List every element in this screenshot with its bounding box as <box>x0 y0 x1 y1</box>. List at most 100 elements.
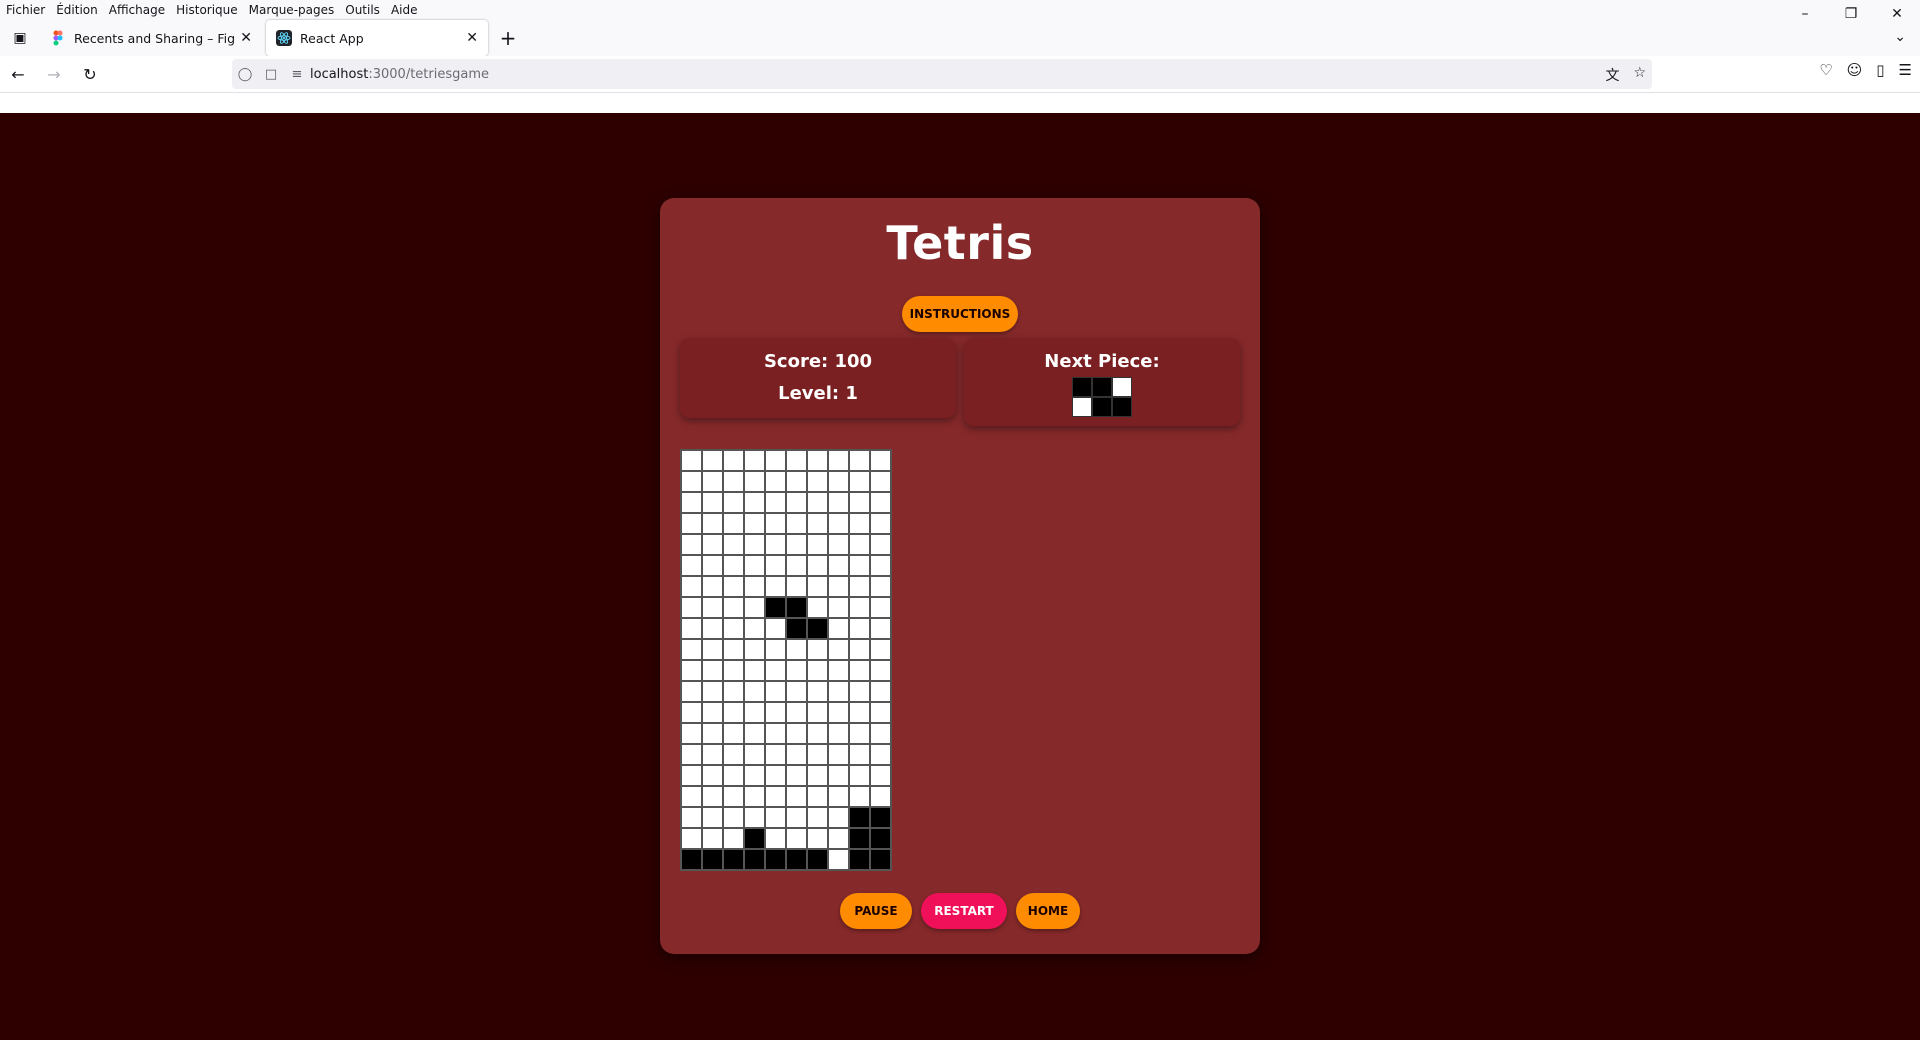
board-cell-empty <box>723 471 744 492</box>
game-title: Tetris <box>886 216 1034 270</box>
board-cell-empty <box>681 786 702 807</box>
board-cell-empty <box>681 513 702 534</box>
board-cell-empty <box>744 702 765 723</box>
bookmark-star-icon[interactable]: ☆ <box>1633 65 1646 85</box>
menu-fichier[interactable]: Fichier <box>6 3 45 17</box>
url-bar[interactable]: ◯ □ ≡ localhost:3000/tetriesgame 文 ☆ <box>232 59 1652 89</box>
board-cell-filled <box>702 849 723 870</box>
board-cell-empty <box>828 702 849 723</box>
board-cell-empty <box>744 492 765 513</box>
tab-figma[interactable]: Recents and Sharing – Figma ✕ <box>40 20 262 56</box>
board-cell-empty <box>702 534 723 555</box>
menu-aide[interactable]: Aide <box>391 3 418 17</box>
board-cell-empty <box>807 576 828 597</box>
board-cell-empty <box>828 639 849 660</box>
tab-strip: ▣ Recents and Sharing – Figma ✕ React Ap… <box>0 20 1920 56</box>
board-cell-empty <box>807 513 828 534</box>
board-cell-empty <box>765 681 786 702</box>
board-cell-empty <box>828 555 849 576</box>
board-cell-empty <box>828 723 849 744</box>
back-icon[interactable]: ← <box>0 58 36 90</box>
pause-button[interactable]: PAUSE <box>840 893 912 929</box>
game-board <box>680 449 892 871</box>
pocket-icon[interactable]: ♡ <box>1819 61 1832 79</box>
menu-affichage[interactable]: Affichage <box>109 3 165 17</box>
menu-edition[interactable]: Édition <box>56 3 98 17</box>
board-cell-empty <box>681 807 702 828</box>
reload-icon[interactable]: ↻ <box>72 58 108 90</box>
menu-historique[interactable]: Historique <box>176 3 238 17</box>
board-cell-empty <box>702 702 723 723</box>
page-info-icon[interactable]: □ <box>258 67 284 82</box>
board-cell-empty <box>786 576 807 597</box>
board-cell-empty <box>807 555 828 576</box>
board-cell-empty <box>723 681 744 702</box>
board-cell-empty <box>828 450 849 471</box>
board-cell-empty <box>786 639 807 660</box>
board-cell-empty <box>849 639 870 660</box>
board-cell-empty <box>807 723 828 744</box>
board-cell-empty <box>828 597 849 618</box>
home-button[interactable]: HOME <box>1016 893 1080 929</box>
board-cell-empty <box>786 744 807 765</box>
forward-icon[interactable]: → <box>36 58 72 90</box>
chevron-down-icon[interactable]: ⌄ <box>1894 29 1906 45</box>
board-cell-empty <box>786 471 807 492</box>
board-cell-empty <box>828 828 849 849</box>
permissions-icon[interactable]: ≡ <box>284 67 310 82</box>
board-cell-empty <box>828 618 849 639</box>
restart-button[interactable]: RESTART <box>921 893 1007 929</box>
board-cell-empty <box>786 492 807 513</box>
tab-react-app[interactable]: React App ✕ <box>266 20 488 56</box>
board-cell-filled <box>870 828 891 849</box>
board-cell-empty <box>870 555 891 576</box>
board-cell-empty <box>828 576 849 597</box>
board-cell-empty <box>744 765 765 786</box>
board-cell-empty <box>786 555 807 576</box>
board-cell-empty <box>870 513 891 534</box>
board-cell-empty <box>870 450 891 471</box>
tracking-shield-icon[interactable]: ◯ <box>232 67 258 82</box>
board-cell-empty <box>828 849 849 870</box>
close-tab-icon[interactable]: ✕ <box>466 30 478 46</box>
board-cell-empty <box>744 618 765 639</box>
board-cell-empty <box>807 681 828 702</box>
board-cell-empty <box>723 660 744 681</box>
board-cell-empty <box>723 576 744 597</box>
board-cell-empty <box>702 681 723 702</box>
board-cell-empty <box>828 513 849 534</box>
url-path: :3000/tetriesgame <box>368 66 490 82</box>
game-card: Tetris INSTRUCTIONS Score: 100 Level: 1 … <box>660 198 1260 954</box>
board-cell-empty <box>786 723 807 744</box>
instructions-button[interactable]: INSTRUCTIONS <box>902 296 1018 332</box>
new-tab-icon[interactable]: + <box>492 26 524 50</box>
extensions-icon[interactable]: ▯ <box>1876 61 1884 79</box>
board-cell-empty <box>807 534 828 555</box>
tab-label: React App <box>300 30 364 46</box>
menu-outils[interactable]: Outils <box>345 3 380 17</box>
board-cell-empty <box>828 786 849 807</box>
board-cell-empty <box>744 660 765 681</box>
firefox-view-icon[interactable]: ▣ <box>0 30 40 46</box>
board-cell-filled <box>765 849 786 870</box>
board-cell-empty <box>702 723 723 744</box>
close-tab-icon[interactable]: ✕ <box>240 30 252 46</box>
board-cell-empty <box>870 492 891 513</box>
translate-icon[interactable]: 文 <box>1605 65 1619 85</box>
board-cell-empty <box>807 744 828 765</box>
board-cell-empty <box>744 450 765 471</box>
board-cell-empty <box>807 597 828 618</box>
board-cell-filled <box>786 597 807 618</box>
board-cell-empty <box>702 555 723 576</box>
menu-marque-pages[interactable]: Marque-pages <box>249 3 335 17</box>
board-cell-empty <box>744 786 765 807</box>
board-cell-filled <box>786 618 807 639</box>
menu-hamburger-icon[interactable]: ☰ <box>1899 61 1912 79</box>
board-cell-empty <box>702 471 723 492</box>
board-cell-empty <box>702 513 723 534</box>
account-icon[interactable]: ☺ <box>1847 61 1863 79</box>
board-cell-empty <box>786 828 807 849</box>
board-cell-empty <box>786 786 807 807</box>
board-cell-filled <box>765 597 786 618</box>
board-cell-empty <box>765 534 786 555</box>
